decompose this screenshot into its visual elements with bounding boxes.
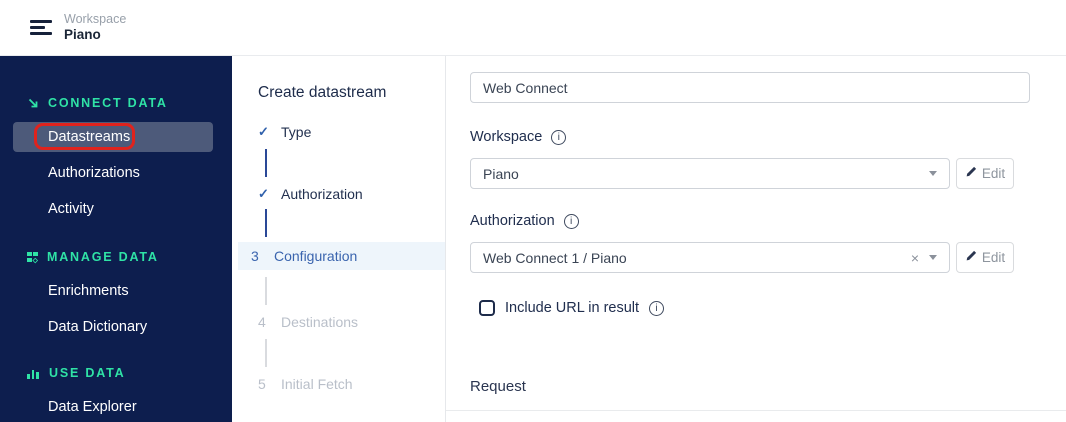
sidebar-item-data-explorer[interactable]: Data Explorer: [0, 392, 232, 422]
pencil-icon: [965, 250, 977, 265]
include-url-label: Include URL in result: [505, 300, 640, 316]
grid-icon: [27, 251, 39, 263]
step-number: 3: [251, 248, 259, 264]
workspace-select-row: Piano Edit: [470, 158, 1066, 189]
chevron-down-icon: [929, 171, 937, 176]
wizard-step-configuration[interactable]: 3 Configuration: [238, 242, 445, 270]
section-divider: [446, 410, 1066, 411]
top-bar: Workspace Piano: [0, 0, 1066, 56]
sidebar-section-manage-data: MANAGE DATA: [0, 248, 232, 266]
sidebar-item-label: Activity: [48, 201, 94, 217]
authorization-select[interactable]: Web Connect 1 / Piano ×: [470, 242, 950, 273]
sidebar-item-label: Authorizations: [48, 165, 140, 181]
sidebar-section-connect-data: CONNECT DATA: [0, 94, 232, 112]
bar-chart-icon: [27, 368, 40, 379]
sidebar-item-datastreams[interactable]: Datastreams: [13, 122, 213, 152]
step-connector: [265, 339, 267, 367]
info-icon[interactable]: i: [551, 129, 567, 145]
chevron-down-icon: [929, 255, 937, 260]
step-label: Type: [281, 124, 312, 140]
step-connector: [265, 209, 267, 237]
info-icon[interactable]: i: [563, 213, 579, 229]
wizard-step-authorization[interactable]: ✓ Authorization: [258, 184, 445, 204]
workspace-edit-button[interactable]: Edit: [956, 158, 1014, 189]
main-layout: CONNECT DATA Datastreams Authorizations …: [0, 56, 1066, 422]
clear-icon[interactable]: ×: [911, 250, 919, 266]
workspace-switcher: Workspace Piano: [64, 12, 126, 43]
wizard-step-initial-fetch[interactable]: 5 Initial Fetch: [258, 374, 445, 394]
step-label: Configuration: [274, 248, 358, 264]
hamburger-menu-icon[interactable]: [30, 20, 52, 35]
check-icon: ✓: [258, 186, 269, 201]
workspace-field-label-row: Workspace i: [470, 129, 1066, 145]
authorization-edit-button[interactable]: Edit: [956, 242, 1014, 273]
edit-button-label: Edit: [981, 166, 1006, 181]
info-icon[interactable]: i: [649, 300, 665, 316]
request-section-heading: Request: [470, 378, 526, 395]
section-label: USE DATA: [49, 366, 126, 380]
authorization-select-row: Web Connect 1 / Piano × Edit: [470, 242, 1066, 273]
check-icon: ✓: [258, 124, 269, 139]
sidebar-item-label: Data Explorer: [48, 399, 137, 415]
hamburger-bar: [30, 26, 45, 29]
sidebar-item-data-dictionary[interactable]: Data Dictionary: [0, 312, 232, 342]
sidebar-item-authorizations[interactable]: Authorizations: [0, 158, 232, 188]
workspace-select[interactable]: Piano: [470, 158, 950, 189]
sidebar-item-activity[interactable]: Activity: [0, 194, 232, 224]
sidebar-item-label: Data Dictionary: [48, 319, 148, 335]
step-connector: [265, 149, 267, 177]
workspace-select-value: Piano: [483, 165, 519, 182]
sidebar-item-label: Enrichments: [48, 283, 129, 299]
arrow-down-right-icon: [27, 97, 39, 109]
wizard-title: Create datastream: [258, 84, 387, 101]
authorization-select-value: Web Connect 1 / Piano: [483, 249, 627, 266]
workspace-name: Piano: [64, 27, 101, 43]
sidebar: CONNECT DATA Datastreams Authorizations …: [0, 56, 232, 422]
workspace-field-label: Workspace: [470, 129, 543, 145]
wizard-step-type[interactable]: ✓ Type: [258, 122, 445, 142]
authorization-field-label: Authorization: [470, 213, 555, 229]
step-number: 5: [258, 376, 266, 392]
configuration-form: Workspace i Piano Edit Authorization i W…: [446, 56, 1066, 422]
include-url-row: Include URL in result i: [470, 300, 1066, 316]
wizard-panel: Create datastream ✓ Type ✓ Authorization…: [232, 56, 446, 422]
step-number: 4: [258, 314, 266, 330]
step-label: Destinations: [281, 314, 359, 330]
pencil-icon: [965, 166, 977, 181]
step-label: Authorization: [281, 186, 363, 202]
step-connector: [265, 277, 267, 305]
include-url-checkbox[interactable]: [479, 300, 495, 316]
hamburger-bar: [30, 20, 52, 23]
step-label: Initial Fetch: [281, 376, 353, 392]
authorization-field-label-row: Authorization i: [470, 213, 1066, 229]
sidebar-item-label: Datastreams: [48, 129, 131, 145]
workspace-label: Workspace: [64, 12, 127, 27]
wizard-step-destinations[interactable]: 4 Destinations: [258, 312, 445, 332]
section-label: MANAGE DATA: [47, 250, 159, 264]
sidebar-section-use-data: USE DATA: [0, 364, 232, 382]
datastream-name-input[interactable]: [470, 72, 1030, 103]
hamburger-bar: [30, 32, 52, 35]
section-label: CONNECT DATA: [48, 96, 168, 110]
sidebar-item-enrichments[interactable]: Enrichments: [0, 276, 232, 306]
edit-button-label: Edit: [981, 250, 1006, 265]
